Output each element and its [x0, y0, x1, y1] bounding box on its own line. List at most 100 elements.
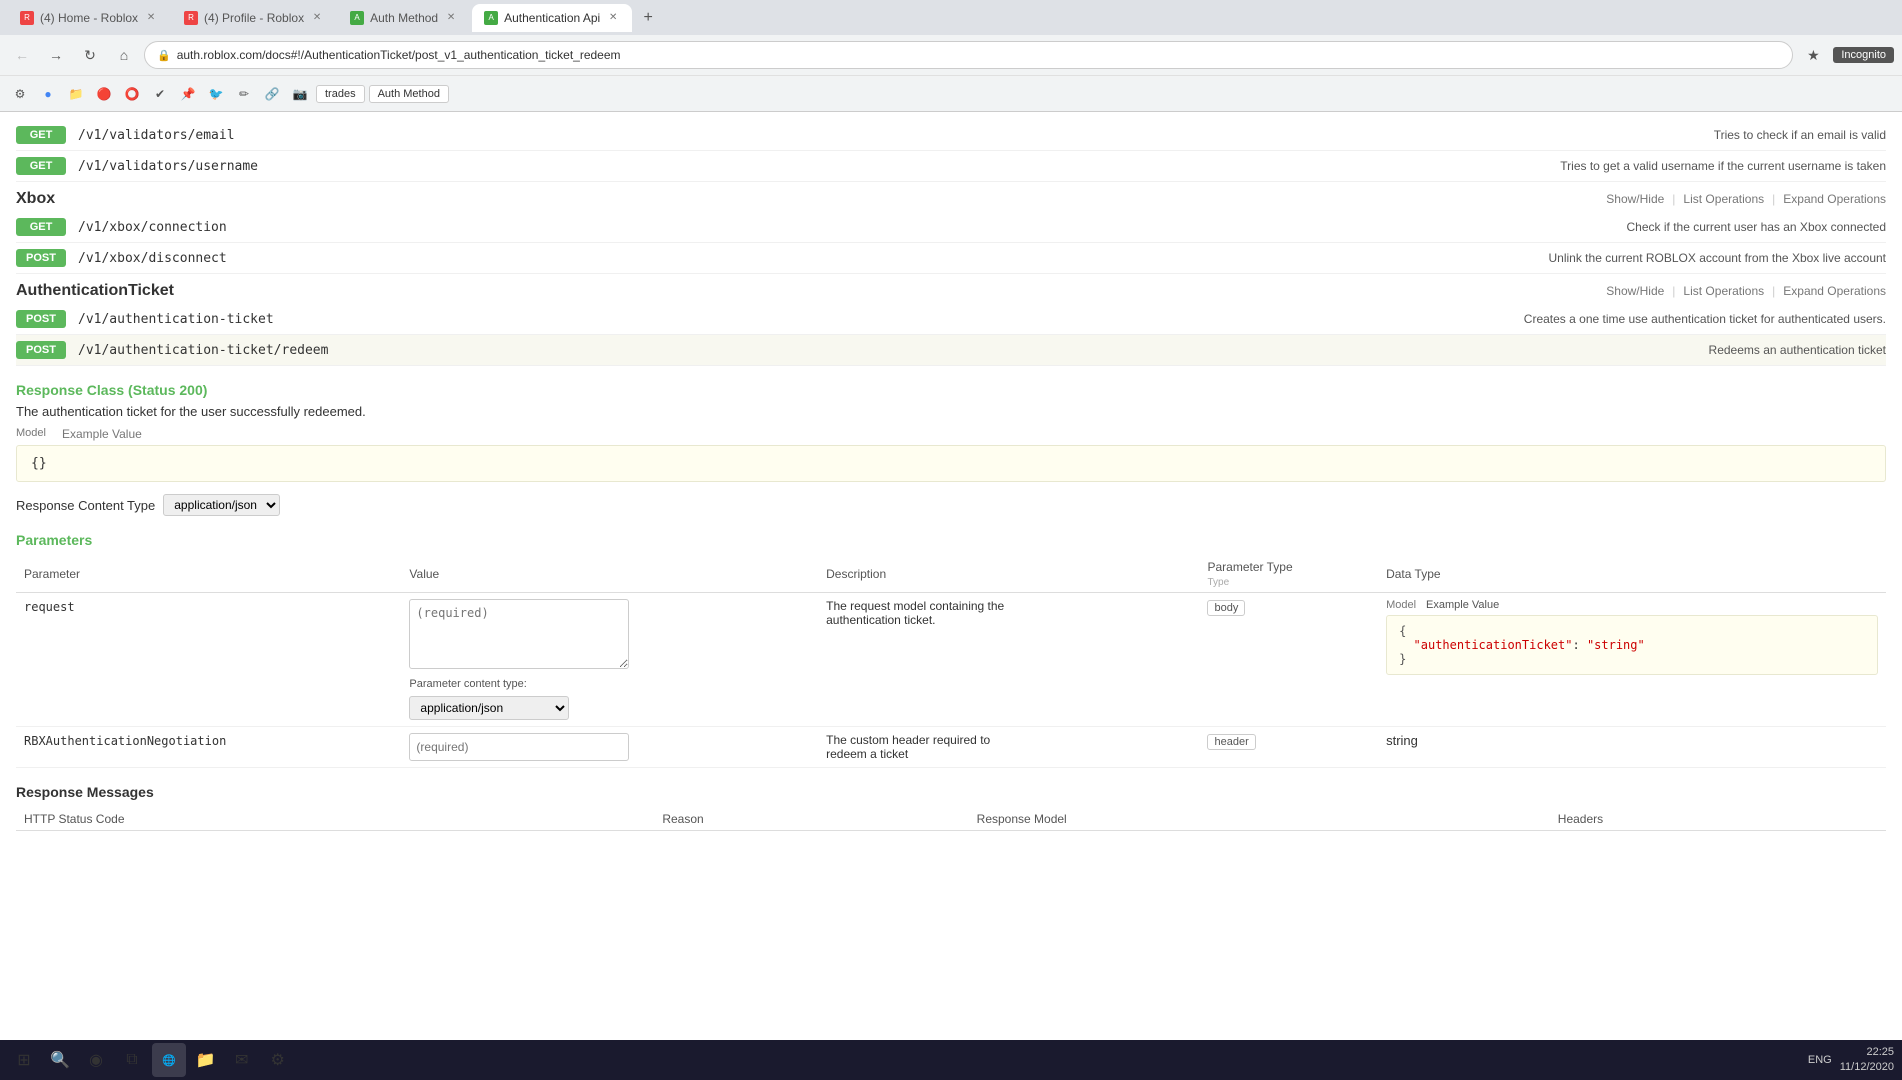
tab-close-auth-api[interactable]: ✕	[606, 11, 620, 25]
validators-username-row: GET /v1/validators/username Tries to get…	[16, 151, 1886, 182]
auth-method-bookmark-label: Auth Method	[378, 88, 440, 100]
toolbar-icon-3[interactable]: ⭕	[120, 82, 144, 106]
toolbar-icon-8[interactable]: 🔗	[260, 82, 284, 106]
post-badge-disconnect[interactable]: POST	[16, 249, 66, 267]
toolbar-icon-2[interactable]: 🔴	[92, 82, 116, 106]
auth-method-bookmark[interactable]: Auth Method	[369, 85, 449, 103]
trades-bookmark-label: trades	[325, 88, 356, 100]
tab-label-auth-api: Authentication Api	[504, 11, 600, 25]
taskview-icon[interactable]: ⧉	[116, 1044, 148, 1076]
response-messages-table: HTTP Status Code Reason Response Model H…	[16, 808, 1886, 831]
toolbar-icon-4[interactable]: ✔	[148, 82, 172, 106]
disconnect-desc: Unlink the current ROBLOX account from t…	[1549, 251, 1887, 265]
get-badge-connection[interactable]: GET	[16, 218, 66, 236]
tab-auth-api[interactable]: A Authentication Api ✕	[472, 4, 632, 32]
home-button[interactable]: ⌂	[110, 41, 138, 69]
start-button[interactable]: ⊞	[8, 1044, 40, 1076]
xbox-show-hide[interactable]: Show/Hide	[1606, 192, 1664, 206]
param-col-type: Parameter Type Type	[1199, 556, 1378, 593]
param-name-rbx: RBXAuthenticationNegotiation	[16, 727, 401, 768]
col-response-model: Response Model	[969, 808, 1550, 831]
xbox-list-ops[interactable]: List Operations	[1683, 192, 1764, 206]
new-tab-button[interactable]: +	[634, 4, 662, 32]
get-badge-username[interactable]: GET	[16, 157, 66, 175]
post-badge-ticket[interactable]: POST	[16, 310, 66, 328]
settings-icon[interactable]: ⚙	[262, 1044, 294, 1076]
param-row-request: request Parameter content type: applicat…	[16, 593, 1886, 727]
taskbar-time: 22:25 11/12/2020	[1840, 1045, 1894, 1076]
auth-show-hide[interactable]: Show/Hide	[1606, 284, 1664, 298]
main-content: GET /v1/validators/email Tries to check …	[0, 112, 1902, 839]
tab-profile[interactable]: R (4) Profile - Roblox ✕	[172, 4, 336, 32]
col-reason: Reason	[654, 808, 968, 831]
trades-bookmark[interactable]: trades	[316, 85, 365, 103]
parameters-title: Parameters	[16, 532, 1886, 548]
param-content-type-select[interactable]: application/json	[409, 696, 569, 720]
taskbar-right: ENG 22:25 11/12/2020	[1808, 1045, 1894, 1076]
auth-ticket-title: AuthenticationTicket	[16, 282, 174, 300]
model-label-request: Model	[1386, 599, 1416, 611]
response-description: The authentication ticket for the user s…	[16, 404, 1886, 419]
toolbar-icon-6[interactable]: 🐦	[204, 82, 228, 106]
toolbar-icon-1[interactable]: 📁	[64, 82, 88, 106]
xbox-expand-ops[interactable]: Expand Operations	[1783, 192, 1886, 206]
tab-close-auth-method[interactable]: ✕	[444, 11, 458, 25]
chrome-icon[interactable]: ●	[36, 82, 60, 106]
toolbar-icon-7[interactable]: ✏	[232, 82, 256, 106]
xbox-section-header: Xbox Show/Hide | List Operations | Expan…	[16, 182, 1886, 212]
forward-button[interactable]: →	[42, 41, 70, 69]
address-text: auth.roblox.com/docs#!/AuthenticationTic…	[177, 48, 621, 62]
response-messages-header: HTTP Status Code Reason Response Model H…	[16, 808, 1886, 831]
xbox-ops: Show/Hide | List Operations | Expand Ope…	[1606, 192, 1886, 206]
search-taskbar[interactable]: 🔍	[44, 1044, 76, 1076]
cortana-icon[interactable]: ◉	[80, 1044, 112, 1076]
tab-home[interactable]: R (4) Home - Roblox ✕	[8, 4, 170, 32]
back-button[interactable]: ←	[8, 41, 36, 69]
params-header-row: Parameter Value Description Parameter Ty…	[16, 556, 1886, 593]
address-bar[interactable]: 🔒 auth.roblox.com/docs#!/AuthenticationT…	[144, 41, 1793, 69]
post-badge-redeem[interactable]: POST	[16, 341, 66, 359]
apps-icon[interactable]: ⚙	[8, 82, 32, 106]
auth-list-ops[interactable]: List Operations	[1683, 284, 1764, 298]
tab-label-profile: (4) Profile - Roblox	[204, 11, 304, 25]
redeem-desc: Redeems an authentication ticket	[1709, 343, 1886, 357]
param-value-rbx	[401, 727, 818, 768]
param-type-request: body	[1199, 593, 1378, 727]
example-value-tab[interactable]: Example Value	[62, 427, 142, 441]
param-desc-request: The request model containing the authent…	[818, 593, 1199, 727]
bookmark-star[interactable]: ★	[1799, 41, 1827, 69]
example-label-request[interactable]: Example Value	[1426, 599, 1499, 611]
rbx-type-badge: header	[1207, 734, 1255, 750]
rbx-data-type: string	[1386, 733, 1418, 748]
disconnect-path: /v1/xbox/disconnect	[78, 251, 1537, 266]
param-col-description: Description	[818, 556, 1199, 593]
response-messages-title: Response Messages	[16, 784, 1886, 800]
mail-icon[interactable]: ✉	[226, 1044, 258, 1076]
toolbar-icon-9[interactable]: 📷	[288, 82, 312, 106]
tab-favicon-auth-api: A	[484, 11, 498, 25]
tab-bar: R (4) Home - Roblox ✕ R (4) Profile - Ro…	[0, 0, 1902, 35]
request-textarea[interactable]	[409, 599, 629, 669]
reload-button[interactable]: ↻	[76, 41, 104, 69]
explorer-icon[interactable]: 📁	[190, 1044, 222, 1076]
tab-close-profile[interactable]: ✕	[310, 11, 324, 25]
taskbar-date-display: 11/12/2020	[1840, 1060, 1894, 1075]
rbx-input[interactable]	[409, 733, 629, 761]
browser-chrome: R (4) Home - Roblox ✕ R (4) Profile - Ro…	[0, 0, 1902, 112]
username-desc: Tries to get a valid username if the cur…	[1560, 159, 1886, 173]
param-data-type-rbx: string	[1378, 727, 1886, 768]
ticket-desc: Creates a one time use authentication ti…	[1524, 312, 1886, 326]
tab-close-home[interactable]: ✕	[144, 11, 158, 25]
param-name-request: request	[16, 593, 401, 727]
toolbar-icon-5[interactable]: 📌	[176, 82, 200, 106]
tab-auth-method[interactable]: A Auth Method ✕	[338, 4, 470, 32]
response-class-title: Response Class (Status 200)	[16, 382, 1886, 398]
chrome-taskbar-app[interactable]: 🌐	[152, 1043, 186, 1077]
get-badge-email[interactable]: GET	[16, 126, 66, 144]
response-content-type-row: Response Content Type application/json	[16, 494, 1886, 516]
lock-icon: 🔒	[157, 49, 171, 62]
auth-expand-ops[interactable]: Expand Operations	[1783, 284, 1886, 298]
auth-ticket-ops: Show/Hide | List Operations | Expand Ope…	[1606, 284, 1886, 298]
content-type-select[interactable]: application/json	[163, 494, 280, 516]
address-bar-row: ← → ↻ ⌂ 🔒 auth.roblox.com/docs#!/Authent…	[0, 35, 1902, 75]
